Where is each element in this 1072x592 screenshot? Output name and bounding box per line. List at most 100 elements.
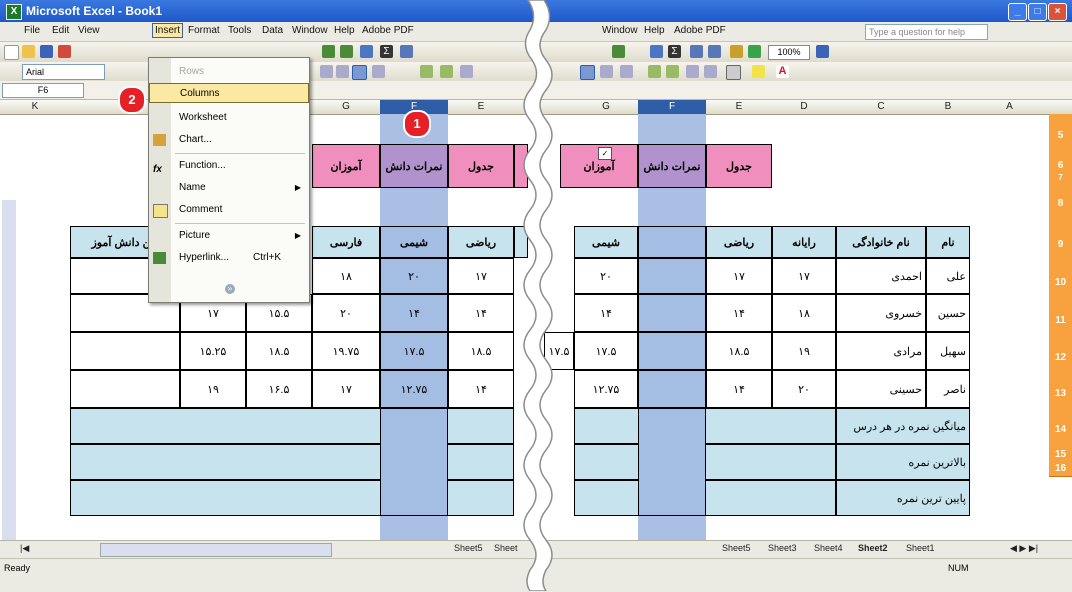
right-math-r2[interactable]: ۱۴: [706, 294, 772, 332]
right-math-r1[interactable]: ۱۷: [706, 258, 772, 294]
footer-average-label[interactable]: میانگین نمره در هر درس: [836, 408, 970, 444]
row-header-5[interactable]: 5: [1049, 114, 1072, 159]
row-header-14[interactable]: 14: [1049, 412, 1072, 449]
select-all-corner[interactable]: [1049, 100, 1072, 115]
currency-icon[interactable]: [372, 65, 385, 78]
right-header-family-name[interactable]: نام خانوادگی: [836, 226, 926, 258]
name-box[interactable]: F6: [2, 83, 84, 98]
right-family-r3[interactable]: مرادی: [836, 332, 926, 370]
left-arabic-r3[interactable]: ۱۸.۵: [246, 332, 312, 370]
column-header-a-right[interactable]: A: [970, 100, 1050, 115]
left-persian-r4[interactable]: ۱۷: [312, 370, 380, 408]
undo-icon[interactable]: [322, 45, 335, 58]
sort-ascending-icon[interactable]: [400, 45, 413, 58]
tab-sheet4[interactable]: Sheet4: [814, 543, 843, 553]
row-header-13[interactable]: 13: [1049, 376, 1072, 413]
fill-color-icon[interactable]: [752, 65, 765, 78]
autosum-icon-right[interactable]: Σ: [668, 45, 681, 58]
right-header-new-column[interactable]: [638, 226, 706, 258]
expand-menu-icon[interactable]: »: [225, 284, 235, 294]
left-avg-r4[interactable]: [70, 370, 180, 408]
column-header-g[interactable]: G: [312, 100, 381, 115]
right-math-r4[interactable]: ۱۴: [706, 370, 772, 408]
column-header-e-right[interactable]: E: [706, 100, 773, 115]
column-header-b-right[interactable]: B: [926, 100, 971, 115]
right-computer-r4[interactable]: ۲۰: [772, 370, 836, 408]
right-new-r2[interactable]: [638, 294, 706, 332]
decrease-decimal-icon[interactable]: [440, 65, 453, 78]
right-footer-new-col[interactable]: [638, 408, 706, 516]
menu-window-right[interactable]: Window: [602, 25, 638, 36]
hyperlink-icon-right[interactable]: [650, 45, 663, 58]
left-title-cell-a[interactable]: آموزان: [312, 144, 380, 188]
open-icon[interactable]: [22, 45, 35, 58]
merge-center-icon[interactable]: [352, 65, 367, 80]
right-name-r3[interactable]: سهیل: [926, 332, 970, 370]
increase-decimal-icon-right[interactable]: [648, 65, 661, 78]
left-header-chemistry[interactable]: شیمی: [380, 226, 448, 258]
right-family-r4[interactable]: حسینی: [836, 370, 926, 408]
left-chem-r2[interactable]: ۱۴: [380, 294, 448, 332]
tab-sheet2[interactable]: Sheet2: [858, 543, 888, 553]
right-title-cell-b[interactable]: نمرات دانش: [638, 144, 706, 188]
percent-icon[interactable]: [620, 65, 633, 78]
left-persian-r1[interactable]: ۱۸: [312, 258, 380, 294]
minimize-button[interactable]: _: [1008, 3, 1027, 21]
close-button[interactable]: ×: [1048, 3, 1067, 21]
row-header-11[interactable]: 11: [1049, 302, 1072, 341]
menu-file[interactable]: File: [24, 25, 40, 36]
menu-data[interactable]: Data: [262, 25, 283, 36]
menu-item-hyperlink[interactable]: Hyperlink... Ctrl+K: [149, 248, 309, 268]
chart-wizard-icon[interactable]: [730, 45, 743, 58]
left-chem-r1[interactable]: ۲۰: [380, 258, 448, 294]
menu-tools[interactable]: Tools: [228, 25, 251, 36]
right-title-cell-c[interactable]: جدول: [706, 144, 772, 188]
column-header-f-right[interactable]: F: [638, 100, 707, 115]
tab-sheet3[interactable]: Sheet3: [768, 543, 797, 553]
row-header-10[interactable]: 10: [1049, 264, 1072, 303]
footer-lowest-label[interactable]: پایین ترین نمره: [836, 480, 970, 516]
row-header-15[interactable]: 15: [1049, 448, 1072, 463]
left-footer-chem-col[interactable]: [380, 408, 448, 516]
maximize-button[interactable]: □: [1028, 3, 1047, 21]
column-header-c-right[interactable]: C: [836, 100, 927, 115]
help-icon[interactable]: [816, 45, 829, 58]
decrease-decimal-icon-right[interactable]: [666, 65, 679, 78]
tab-sheet1[interactable]: Sheet1: [906, 543, 935, 553]
menu-help-right[interactable]: Help: [644, 25, 665, 36]
horizontal-scrollbar[interactable]: [100, 543, 332, 557]
right-header-math[interactable]: ریاضی: [706, 226, 772, 258]
menu-view[interactable]: View: [78, 25, 100, 36]
left-title-cell-b[interactable]: نمرات دانش: [380, 144, 448, 188]
right-family-r1[interactable]: احمدی: [836, 258, 926, 294]
menu-window[interactable]: Window: [292, 25, 328, 36]
drawing-icon[interactable]: [748, 45, 761, 58]
right-header-computer[interactable]: رایانه: [772, 226, 836, 258]
menu-help[interactable]: Help: [334, 25, 355, 36]
menu-insert[interactable]: Insert: [152, 23, 184, 38]
help-search-input[interactable]: Type a question for help: [865, 24, 988, 40]
left-persian-r2[interactable]: ۲۰: [312, 294, 380, 332]
currency-icon-right[interactable]: [600, 65, 613, 78]
undo-icon-right[interactable]: [612, 45, 625, 58]
font-color-icon[interactable]: A: [776, 65, 789, 78]
menu-item-function[interactable]: fx Function...: [149, 156, 309, 176]
column-header-d-right[interactable]: D: [772, 100, 837, 115]
align-left-icon[interactable]: [320, 65, 333, 78]
redo-icon[interactable]: [340, 45, 353, 58]
footer-highest-label[interactable]: بالاترین نمره: [836, 444, 970, 480]
increase-indent-icon[interactable]: [704, 65, 717, 78]
decrease-indent-icon[interactable]: [460, 65, 473, 78]
save-icon[interactable]: [40, 45, 53, 58]
right-computer-r1[interactable]: ۱۷: [772, 258, 836, 294]
sort-descending-icon[interactable]: [708, 45, 721, 58]
borders-icon[interactable]: [726, 65, 741, 80]
left-persian-r3[interactable]: ۱۹.۷۵: [312, 332, 380, 370]
right-name-r1[interactable]: علی: [926, 258, 970, 294]
tab-scroll-right-icon[interactable]: ◀ ▶ ▶|: [1010, 543, 1038, 554]
row-header-16[interactable]: 16: [1049, 462, 1072, 477]
right-new-r4[interactable]: [638, 370, 706, 408]
menu-item-comment[interactable]: Comment: [149, 200, 309, 220]
vertical-scrollbar[interactable]: [2, 200, 16, 540]
autosum-icon[interactable]: Σ: [380, 45, 393, 58]
